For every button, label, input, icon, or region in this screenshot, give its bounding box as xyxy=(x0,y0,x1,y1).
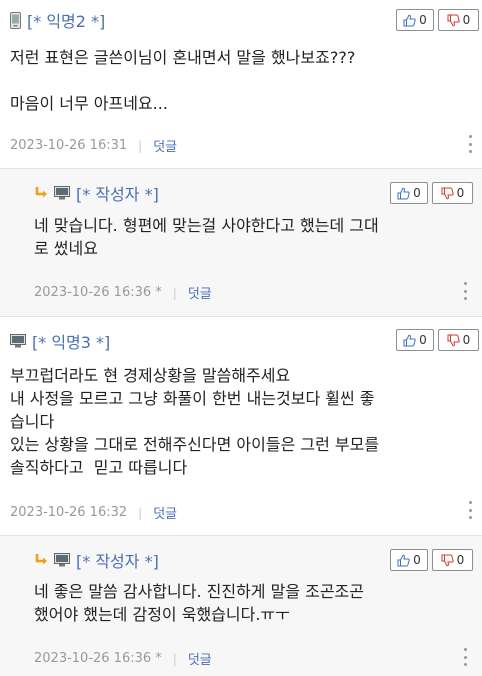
comment-header: [* 작성자 *] 0 0 xyxy=(0,180,482,204)
more-options-icon[interactable] xyxy=(467,135,473,153)
more-options-icon[interactable] xyxy=(467,501,473,519)
dislike-button[interactable]: 0 xyxy=(438,329,479,351)
dislike-button[interactable]: 0 xyxy=(432,182,473,204)
comment-item: [* 익명2 *] 0 0 저런 표현은 글쓴이님이 혼내면서 말을 했나보죠?… xyxy=(0,0,482,168)
comment-author: [* 익명2 *] xyxy=(10,8,105,32)
thumbs-down-icon xyxy=(441,187,454,199)
mobile-phone-icon xyxy=(10,11,21,29)
dislike-count: 0 xyxy=(456,186,465,200)
comment-item: [* 익명3 *] 0 0 부끄럽더라도 현 경제상황을 말씀해주세요 내 사정… xyxy=(0,317,482,535)
reply-link[interactable]: 덧글 xyxy=(153,136,177,155)
author-name[interactable]: [* 작성자 *] xyxy=(76,181,159,205)
like-button[interactable]: 0 xyxy=(390,549,428,571)
desktop-pc-icon xyxy=(54,553,70,567)
thumbs-down-icon xyxy=(447,14,460,26)
comment-header: [* 작성자 *] 0 0 xyxy=(0,547,482,571)
vote-buttons: 0 0 xyxy=(390,182,473,204)
comment-meta: 2023-10-26 16:36 * | 덧글 xyxy=(34,283,212,302)
comment-text: 부끄럽더라도 현 경제상황을 말씀해주세요 내 사정을 모르고 그냥 화풀이 한… xyxy=(10,366,380,477)
meta-separator: | xyxy=(138,505,143,520)
comment-text: 네 맞습니다. 형편에 맞는걸 사야한다고 했는데 그대 로 썼네요 xyxy=(34,216,379,258)
comment-datetime: 2023-10-26 16:32 xyxy=(10,505,128,520)
comment-datetime: 2023-10-26 16:36 * xyxy=(34,285,162,300)
thumbs-up-icon xyxy=(403,334,416,346)
desktop-pc-icon xyxy=(54,186,70,200)
reply-arrow-icon xyxy=(35,554,47,565)
comment-text: 네 좋은 말씀 감사합니다. 진진하게 말을 조곤조곤 했어야 했는데 감정이 … xyxy=(34,582,365,624)
comment-author: [* 작성자 *] xyxy=(34,181,159,205)
like-button[interactable]: 0 xyxy=(390,182,428,204)
dislike-count: 0 xyxy=(456,553,465,567)
meta-separator: | xyxy=(172,651,177,666)
reply-link[interactable]: 덧글 xyxy=(188,283,212,302)
desktop-pc-icon xyxy=(10,334,26,348)
like-button[interactable]: 0 xyxy=(396,9,434,31)
reply-item: [* 작성자 *] 0 0 네 좋은 말씀 감사합니다. 진진하게 말을 조곤조… xyxy=(0,536,482,676)
thumbs-up-icon xyxy=(403,14,416,26)
reply-item: [* 작성자 *] 0 0 네 맞습니다. 형편에 맞는걸 사야한다고 했는데 … xyxy=(0,169,482,316)
comment-meta: 2023-10-26 16:32 | 덧글 xyxy=(10,503,177,522)
author-name[interactable]: [* 익명3 *] xyxy=(32,329,110,353)
comment-header: [* 익명3 *] 0 0 xyxy=(0,328,482,352)
comment-meta: 2023-10-26 16:31 | 덧글 xyxy=(10,136,177,155)
like-count: 0 xyxy=(413,553,421,567)
like-count: 0 xyxy=(413,186,421,200)
more-options-icon[interactable] xyxy=(462,282,468,300)
vote-buttons: 0 0 xyxy=(390,549,473,571)
comment-author: [* 익명3 *] xyxy=(10,329,110,353)
vote-buttons: 0 0 xyxy=(396,9,479,31)
comment-datetime: 2023-10-26 16:31 xyxy=(10,138,128,153)
vote-buttons: 0 0 xyxy=(396,329,479,351)
reply-link[interactable]: 덧글 xyxy=(153,503,177,522)
comment-header: [* 익명2 *] 0 0 xyxy=(0,7,482,31)
comment-meta: 2023-10-26 16:36 * | 덧글 xyxy=(34,649,212,668)
comment-author: [* 작성자 *] xyxy=(34,548,159,572)
like-count: 0 xyxy=(419,333,427,347)
dislike-count: 0 xyxy=(462,13,471,27)
thumbs-up-icon xyxy=(397,554,410,566)
thumbs-down-icon xyxy=(441,554,454,566)
dislike-button[interactable]: 0 xyxy=(432,549,473,571)
thumbs-down-icon xyxy=(447,334,460,346)
reply-link[interactable]: 덧글 xyxy=(188,649,212,668)
meta-separator: | xyxy=(138,138,143,153)
comment-datetime: 2023-10-26 16:36 * xyxy=(34,651,162,666)
more-options-icon[interactable] xyxy=(462,648,468,666)
dislike-button[interactable]: 0 xyxy=(438,9,479,31)
reply-arrow-icon xyxy=(35,187,47,198)
like-count: 0 xyxy=(419,13,427,27)
comment-text: 저런 표현은 글쓴이님이 혼내면서 말을 했나보죠??? 마음이 너무 아프네요… xyxy=(10,48,356,113)
like-button[interactable]: 0 xyxy=(396,329,434,351)
author-name[interactable]: [* 작성자 *] xyxy=(76,548,159,572)
dislike-count: 0 xyxy=(462,333,471,347)
thumbs-up-icon xyxy=(397,187,410,199)
author-name[interactable]: [* 익명2 *] xyxy=(27,8,105,32)
meta-separator: | xyxy=(172,285,177,300)
